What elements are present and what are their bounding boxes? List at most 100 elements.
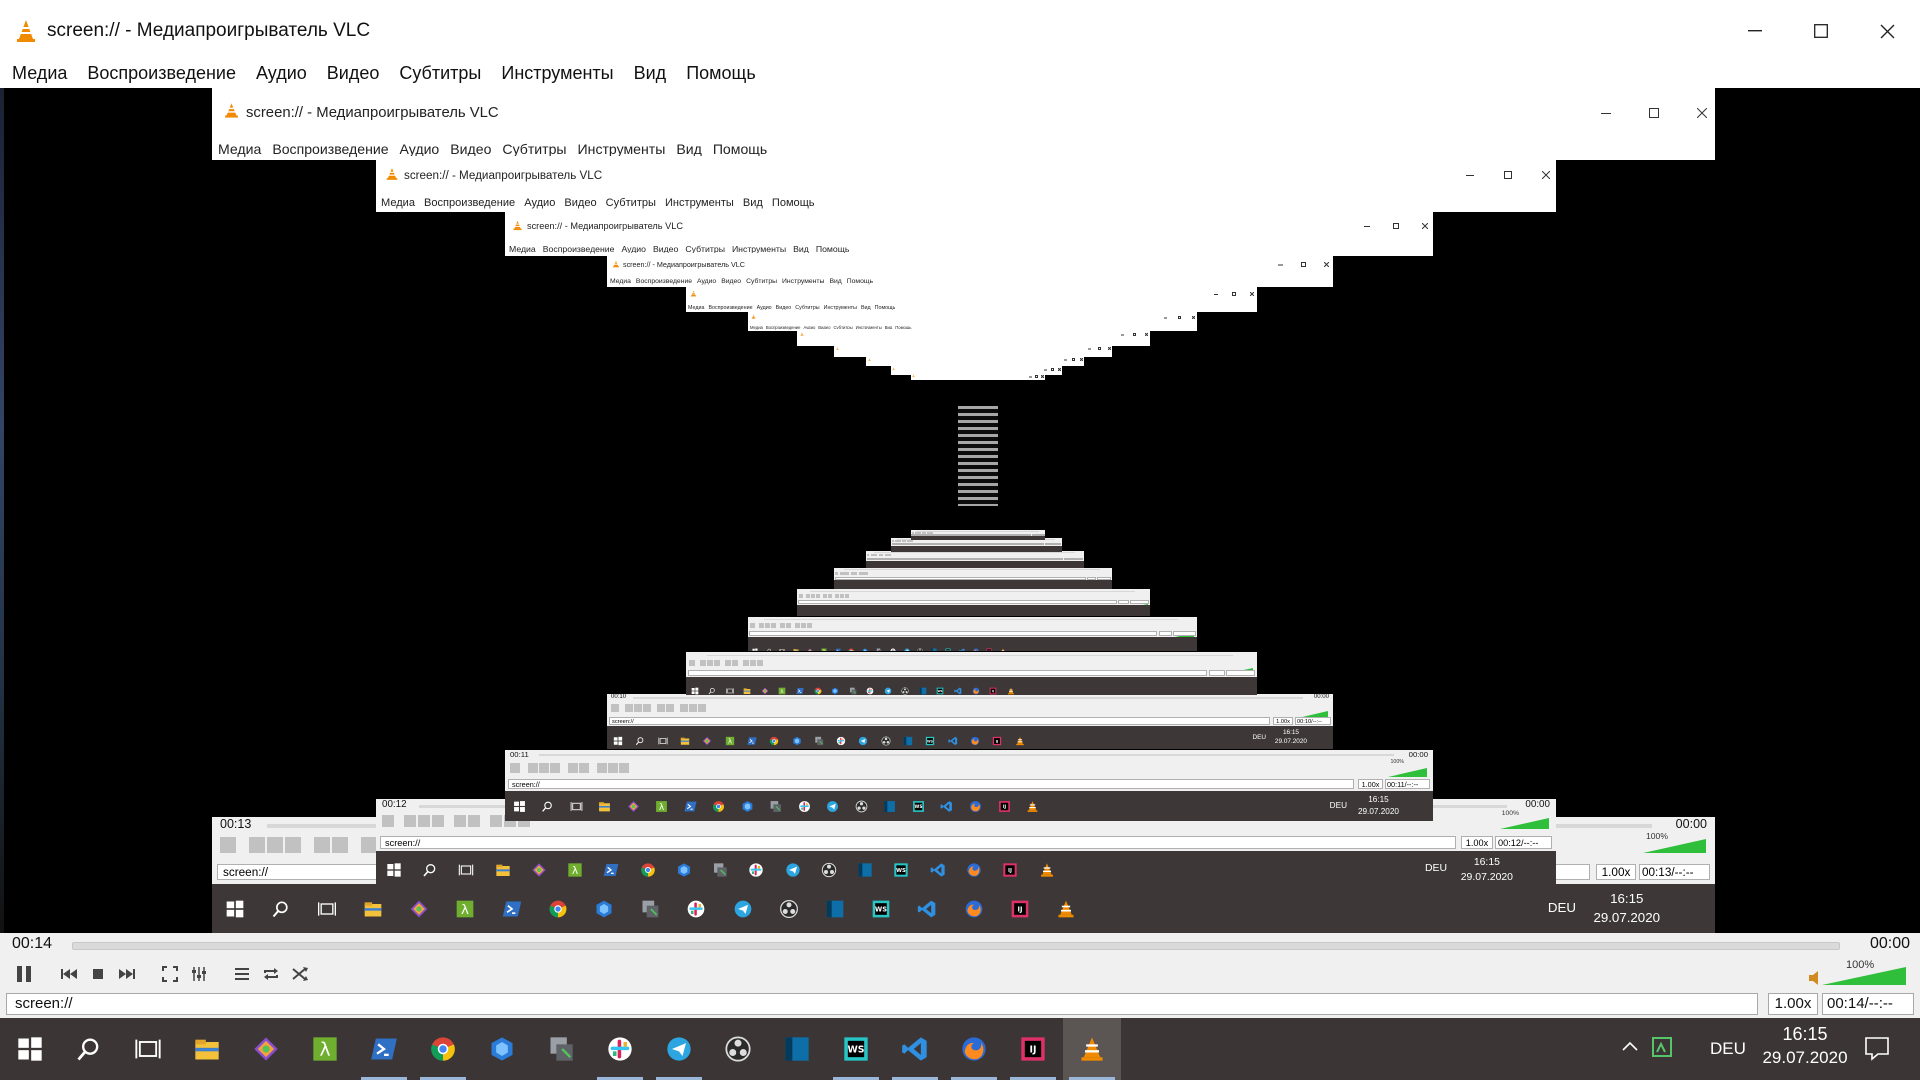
snipping-tool-icon bbox=[640, 899, 660, 919]
playlist-icon[interactable] bbox=[228, 960, 256, 988]
menu-subtitles[interactable]: Субтитры bbox=[387, 63, 489, 84]
taskbar-lambda-app[interactable]: λ bbox=[296, 1018, 354, 1080]
seek-slider[interactable] bbox=[72, 942, 1840, 950]
taskbar-task-view[interactable] bbox=[119, 1018, 177, 1080]
nested-menu-item: Видео bbox=[652, 243, 679, 254]
firefox-icon bbox=[974, 608, 979, 613]
notification-icon[interactable] bbox=[1864, 1035, 1890, 1066]
menu-view[interactable]: Вид bbox=[622, 63, 675, 84]
terminal-panel-icon bbox=[883, 800, 896, 813]
next-icon[interactable] bbox=[113, 960, 141, 988]
maximize-icon bbox=[1649, 107, 1659, 118]
menu-help[interactable]: Помощь bbox=[674, 63, 764, 84]
loop-icon[interactable] bbox=[257, 960, 285, 988]
fullscreen-icon[interactable] bbox=[156, 960, 184, 988]
pause-icon bbox=[510, 763, 520, 773]
chevron-up-icon[interactable] bbox=[1620, 1036, 1640, 1061]
task-view-icon bbox=[458, 862, 474, 878]
start-icon bbox=[386, 862, 402, 878]
taskbar-powershell[interactable] bbox=[355, 1018, 413, 1080]
nested-playback-speed bbox=[1118, 600, 1129, 604]
shuffle-icon bbox=[807, 623, 812, 628]
taskbar-snipping-tool[interactable] bbox=[532, 1018, 590, 1080]
taskbar-slack[interactable] bbox=[591, 1018, 649, 1080]
next-icon bbox=[432, 815, 444, 827]
menu-video[interactable]: Видео bbox=[315, 63, 388, 84]
taskbar-chrome[interactable] bbox=[414, 1018, 472, 1080]
menu-media[interactable]: Медиа bbox=[0, 63, 75, 84]
stop-icon bbox=[707, 660, 713, 666]
taskbar-telegram[interactable] bbox=[650, 1018, 708, 1080]
close-icon bbox=[1697, 107, 1707, 118]
snipping-tool-icon bbox=[547, 1035, 575, 1063]
taskbar-webstorm[interactable]: WS bbox=[827, 1018, 885, 1080]
powershell-icon bbox=[908, 563, 911, 566]
shuffle-icon[interactable] bbox=[286, 960, 314, 988]
menu-audio[interactable]: Аудио bbox=[244, 63, 315, 84]
taskbar-file-explorer[interactable] bbox=[178, 1018, 236, 1080]
taskbar-intellij[interactable]: IJ bbox=[1004, 1018, 1062, 1080]
minimize-button[interactable] bbox=[1722, 0, 1788, 62]
nested-window-title: screen:// - Медиапроигрыватель VLC bbox=[623, 260, 745, 269]
terminal-panel-icon bbox=[961, 548, 963, 550]
vscode-icon bbox=[948, 733, 958, 746]
start-icon bbox=[912, 537, 914, 539]
next-icon bbox=[816, 594, 820, 598]
playback-position[interactable]: 00:14/--:-- bbox=[1822, 993, 1914, 1015]
nested-titlebar bbox=[797, 329, 1150, 340]
prev-icon[interactable] bbox=[55, 960, 83, 988]
telegram-icon bbox=[957, 537, 959, 539]
nested-remaining-time: 00:00 bbox=[1408, 750, 1428, 759]
vscode-icon bbox=[901, 1035, 929, 1063]
taskbar-git-kraken[interactable] bbox=[237, 1018, 295, 1080]
video-area[interactable]: screen:// - Медиапроигрыватель VLC Медиа В… bbox=[0, 88, 1920, 933]
playlist-icon bbox=[743, 660, 749, 666]
vlc-icon bbox=[1056, 899, 1076, 919]
nested-menu-item: Субтитры bbox=[685, 243, 725, 254]
file-explorer-icon bbox=[908, 548, 910, 550]
stop-icon bbox=[267, 837, 283, 853]
nested-playback-position bbox=[1226, 670, 1255, 676]
file-explorer-icon bbox=[793, 641, 799, 651]
language-indicator[interactable]: DEU bbox=[1710, 1039, 1746, 1059]
taskbar-vscode[interactable] bbox=[886, 1018, 944, 1080]
nested-clock-time: 16:15 bbox=[1473, 857, 1500, 868]
powershell-icon bbox=[796, 682, 804, 694]
lambda-app-icon: λ bbox=[567, 862, 583, 878]
terminal-panel-icon bbox=[955, 563, 958, 566]
taskbar-start[interactable] bbox=[1, 1018, 59, 1080]
stop-icon[interactable] bbox=[84, 960, 112, 988]
clock[interactable]: 16:15 29.07.2020 bbox=[1757, 1024, 1853, 1068]
network-icon[interactable] bbox=[1650, 1035, 1674, 1064]
taskbar-search[interactable] bbox=[60, 1018, 118, 1080]
remaining-time[interactable]: 00:00 bbox=[1870, 935, 1910, 953]
taskbar-obs[interactable] bbox=[709, 1018, 767, 1080]
taskbar-firefox[interactable] bbox=[945, 1018, 1003, 1080]
nested-menu-item: Вид bbox=[829, 278, 842, 285]
nested-taskbar: λ WS IJ DEU 16:15 29.07.2020 bbox=[607, 726, 1333, 749]
nested-clock-date: 29.07.2020 bbox=[1357, 807, 1399, 816]
menu-tools[interactable]: Инструменты bbox=[489, 63, 621, 84]
taskbar-terminal-panel[interactable] bbox=[768, 1018, 826, 1080]
pause-icon[interactable] bbox=[8, 958, 40, 990]
maximize-icon bbox=[1232, 292, 1236, 296]
loop-icon bbox=[801, 623, 806, 628]
extended-settings-icon[interactable] bbox=[185, 960, 213, 988]
volume-slider[interactable]: 100% bbox=[1808, 959, 1908, 989]
maximize-button[interactable] bbox=[1788, 0, 1854, 62]
minimize-icon bbox=[1164, 316, 1167, 319]
close-button[interactable] bbox=[1854, 0, 1920, 62]
task-view-icon bbox=[570, 800, 583, 813]
vscode-icon bbox=[964, 583, 968, 587]
playback-speed[interactable]: 1.00x bbox=[1768, 993, 1818, 1015]
svg-text:IJ: IJ bbox=[1018, 906, 1023, 914]
vlc-icon bbox=[385, 167, 399, 184]
slack-icon bbox=[748, 862, 764, 878]
taskbar-3d-viewer[interactable] bbox=[473, 1018, 531, 1080]
close-icon bbox=[1058, 367, 1061, 371]
terminal-panel-icon bbox=[919, 682, 927, 695]
menu-playback[interactable]: Воспроизведение bbox=[75, 63, 244, 84]
nested-titlebar bbox=[686, 285, 1257, 303]
taskbar-vlc[interactable] bbox=[1063, 1018, 1121, 1080]
3d-viewer-icon bbox=[488, 1035, 516, 1063]
